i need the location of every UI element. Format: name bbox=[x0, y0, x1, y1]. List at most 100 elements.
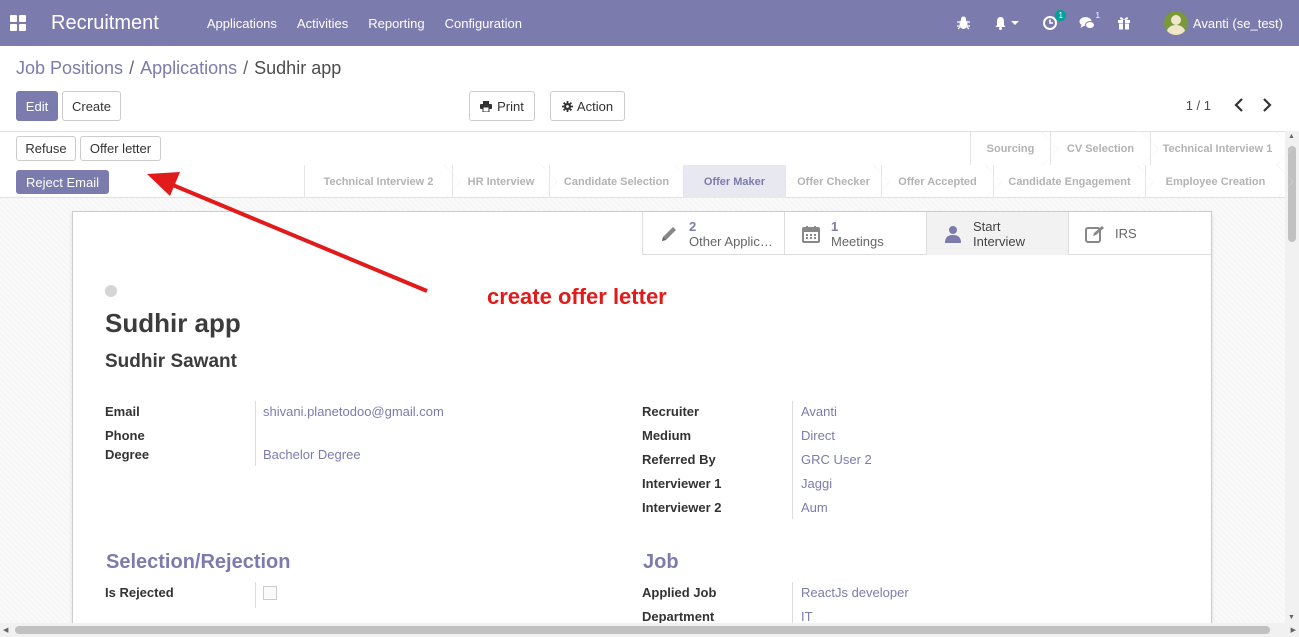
print-icon bbox=[480, 100, 493, 112]
reject-email-button[interactable]: Reject Email bbox=[16, 170, 109, 194]
messages-icon[interactable]: 1 bbox=[1079, 11, 1100, 31]
activity-badge: 1 bbox=[1055, 10, 1066, 21]
medium-label: Medium bbox=[642, 428, 692, 443]
stage-offer-checker[interactable]: Offer Checker bbox=[785, 165, 889, 198]
selection-rejection-heading: Selection/Rejection bbox=[106, 551, 291, 573]
scroll-down-icon[interactable]: ▼ bbox=[1288, 614, 1295, 621]
start-interview-line1: Start bbox=[973, 218, 1001, 234]
offer-letter-button[interactable]: Offer letter bbox=[80, 136, 161, 161]
degree-label: Degree bbox=[105, 447, 150, 462]
pager-next-icon[interactable] bbox=[1262, 98, 1272, 117]
email-value[interactable]: shivani.planetodoo@gmail.com bbox=[263, 404, 444, 419]
stage-technical-interview-2[interactable]: Technical Interview 2 bbox=[304, 165, 460, 198]
chevron-down-icon bbox=[1011, 21, 1020, 25]
edit-square-icon bbox=[1085, 224, 1105, 244]
field-divider bbox=[255, 582, 256, 608]
activity-clock-icon[interactable]: 1 bbox=[1042, 10, 1066, 31]
user-name[interactable]: Avanti (se_test) bbox=[1193, 16, 1283, 31]
irs-button[interactable]: IRS bbox=[1068, 212, 1210, 255]
refuse-button[interactable]: Refuse bbox=[16, 136, 76, 161]
scroll-right-icon[interactable]: ▶ bbox=[1291, 626, 1296, 634]
print-button[interactable]: Print bbox=[469, 91, 535, 121]
pager-value[interactable]: 1 / 1 bbox=[1186, 98, 1211, 113]
bell-icon[interactable] bbox=[993, 15, 1021, 31]
stage-offer-maker[interactable]: Offer Maker bbox=[683, 165, 793, 198]
create-button[interactable]: Create bbox=[62, 91, 121, 121]
navbar-systray: 1 1 Avanti (se_test) bbox=[935, 0, 1299, 46]
meetings-count: 1 bbox=[831, 218, 839, 234]
scroll-left-icon[interactable]: ◀ bbox=[3, 626, 8, 634]
calendar-icon bbox=[801, 224, 821, 244]
user-avatar[interactable] bbox=[1163, 11, 1188, 35]
degree-value[interactable]: Bachelor Degree bbox=[263, 447, 361, 462]
vertical-scrollbar[interactable]: ▲ ▼ bbox=[1285, 131, 1299, 623]
annotation-text: create offer letter bbox=[487, 284, 667, 309]
applied-job-label: Applied Job bbox=[642, 585, 717, 600]
pencil-icon bbox=[659, 224, 679, 244]
messages-badge: 1 bbox=[1095, 11, 1100, 20]
horizontal-scrollbar[interactable]: ◀ ▶ bbox=[0, 623, 1299, 637]
gift-icon[interactable] bbox=[1116, 15, 1132, 31]
menu-applications[interactable]: Applications bbox=[207, 16, 277, 31]
breadcrumb-job-positions[interactable]: Job Positions bbox=[16, 58, 123, 78]
menu-reporting[interactable]: Reporting bbox=[368, 16, 424, 31]
field-divider bbox=[792, 582, 793, 623]
action-button[interactable]: Action bbox=[550, 91, 625, 121]
interviewer-2-label: Interviewer 2 bbox=[642, 500, 722, 515]
stage-row-1: Sourcing CV Selection Technical Intervie… bbox=[970, 132, 1292, 165]
print-label: Print bbox=[497, 98, 524, 114]
stage-hr-interview[interactable]: HR Interview bbox=[452, 165, 557, 198]
top-navbar: Recruitment Applications Activities Repo… bbox=[0, 0, 1299, 46]
stage-technical-interview-1[interactable]: Technical Interview 1 bbox=[1150, 132, 1292, 165]
meetings-button[interactable]: 1 Meetings bbox=[784, 212, 926, 255]
pager-previous-icon[interactable] bbox=[1234, 98, 1244, 117]
applicant-name: Sudhir Sawant bbox=[105, 351, 237, 372]
user-icon bbox=[943, 224, 963, 244]
breadcrumb: Job Positions / Applications / Sudhir app bbox=[16, 58, 341, 79]
other-applications-label: Other Applic… bbox=[689, 233, 773, 249]
kanban-state-dot[interactable] bbox=[105, 285, 117, 297]
meetings-label: Meetings bbox=[831, 233, 884, 249]
stage-employee-creation[interactable]: Employee Creation bbox=[1145, 165, 1293, 198]
apps-menu-icon[interactable] bbox=[10, 15, 26, 31]
is-rejected-checkbox[interactable] bbox=[263, 586, 277, 600]
field-divider bbox=[792, 401, 793, 519]
stage-candidate-selection[interactable]: Candidate Selection bbox=[549, 165, 691, 198]
email-label: Email bbox=[105, 404, 140, 419]
medium-value[interactable]: Direct bbox=[801, 428, 835, 443]
job-heading: Job bbox=[643, 551, 679, 573]
app-title[interactable]: Recruitment bbox=[51, 12, 159, 35]
interviewer-2-value[interactable]: Aum bbox=[801, 500, 828, 515]
irs-label: IRS bbox=[1115, 226, 1137, 241]
is-rejected-label: Is Rejected bbox=[105, 585, 174, 600]
edit-button[interactable]: Edit bbox=[16, 91, 58, 121]
stage-sourcing[interactable]: Sourcing bbox=[970, 132, 1058, 165]
stage-candidate-engagement[interactable]: Candidate Engagement bbox=[993, 165, 1153, 198]
field-divider bbox=[255, 401, 256, 466]
department-label: Department bbox=[642, 609, 715, 624]
start-interview-line2: Interview bbox=[973, 233, 1026, 249]
menu-configuration[interactable]: Configuration bbox=[445, 16, 522, 31]
department-value[interactable]: IT bbox=[801, 609, 813, 624]
menu-activities[interactable]: Activities bbox=[297, 16, 348, 31]
recruiter-label: Recruiter bbox=[642, 404, 700, 419]
stage-offer-accepted[interactable]: Offer Accepted bbox=[881, 165, 1001, 198]
breadcrumb-separator: / bbox=[129, 58, 135, 78]
phone-label: Phone bbox=[105, 428, 145, 443]
applied-job-value[interactable]: ReactJs developer bbox=[801, 585, 909, 600]
application-title: Sudhir app bbox=[105, 308, 241, 338]
horizontal-scroll-thumb[interactable] bbox=[15, 626, 1270, 634]
breadcrumb-applications[interactable]: Applications bbox=[140, 58, 237, 78]
stage-row-2: Technical Interview 2 HR Interview Candi… bbox=[304, 165, 1293, 198]
interviewer-1-value[interactable]: Jaggi bbox=[801, 476, 832, 491]
recruiter-value[interactable]: Avanti bbox=[801, 404, 837, 419]
stage-cv-selection[interactable]: CV Selection bbox=[1050, 132, 1158, 165]
other-applications-button[interactable]: 2 Other Applic… bbox=[642, 212, 784, 255]
start-interview-button[interactable]: Start Interview bbox=[926, 212, 1068, 255]
interviewer-1-label: Interviewer 1 bbox=[642, 476, 722, 491]
smart-button-box: 2 Other Applic… 1 Meetings Start Interview … bbox=[642, 212, 1211, 255]
referred-by-value[interactable]: GRC User 2 bbox=[801, 452, 872, 467]
bug-icon[interactable] bbox=[956, 15, 972, 31]
gear-icon bbox=[561, 100, 573, 112]
other-applications-count: 2 bbox=[689, 218, 697, 234]
